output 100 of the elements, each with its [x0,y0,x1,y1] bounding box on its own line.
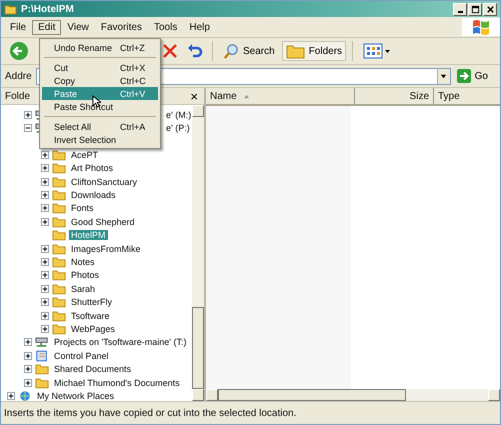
undo-icon[interactable] [187,43,203,59]
expand-icon[interactable] [41,324,49,333]
minimize-button[interactable] [453,2,467,16]
expand-icon[interactable] [41,164,49,172]
network-globe-icon [18,390,32,401]
tree-item[interactable]: Art Photos [69,163,116,174]
close-button[interactable] [483,2,497,16]
expand-icon[interactable] [41,284,49,293]
tree-item[interactable]: My Network Places [35,390,116,401]
delete-icon[interactable] [162,43,178,59]
expand-icon[interactable] [7,392,15,400]
menu-item[interactable]: View [61,20,95,34]
column-header[interactable]: Size [355,88,434,104]
control-panel-icon [35,350,49,362]
menu-option[interactable]: Cut Ctrl+X [42,61,158,74]
search-button[interactable]: Search [219,40,279,62]
expand-icon[interactable] [41,312,49,320]
tree-item[interactable]: WebPages [69,324,117,334]
folder-icon [52,202,66,214]
expand-icon[interactable] [24,365,32,374]
tree-item[interactable]: Projects on 'Tsoftware-maine' (T:) [52,337,188,348]
folders-button[interactable]: Folders [282,41,346,61]
tree-item[interactable]: Control Panel [52,350,111,361]
menu-option[interactable]: Undo Rename Ctrl+Z [42,41,158,54]
tree-item[interactable]: e' (M:) [164,110,192,120]
tree-item[interactable]: Downloads [69,190,118,200]
folder-icon [52,189,66,202]
expand-icon[interactable] [41,191,49,200]
expand-icon[interactable] [41,298,49,306]
maximize-icon [470,4,480,14]
minimize-icon [458,10,462,12]
tree-item[interactable]: Fonts [69,203,96,214]
dropdown-arrow-icon[interactable] [440,72,448,80]
expand-icon[interactable] [41,178,49,186]
menu-option[interactable]: Invert Selection [42,133,158,146]
menu-option[interactable]: Paste Shortcut [42,100,158,113]
collapse-icon[interactable] [24,124,32,132]
menu-option[interactable]: Select All Ctrl+A [42,120,158,133]
expand-icon[interactable] [41,204,49,212]
expand-icon[interactable] [41,150,49,159]
window-title: P:\HotelPM [21,4,75,14]
expand-icon[interactable] [24,110,32,119]
expand-icon[interactable] [24,352,32,360]
folder-icon [35,376,49,388]
tree-item[interactable]: Tsoftware [69,310,112,321]
tree-item[interactable]: Good Shepherd [69,216,137,227]
tree-item[interactable]: ShutterFly [69,297,114,308]
folder-icon [52,256,66,268]
folder-icon [52,296,66,308]
expand-icon[interactable] [24,338,32,346]
folder-icon [52,322,66,335]
tree-item[interactable]: ImagesFromMike [69,244,143,254]
expand-icon[interactable] [41,218,49,226]
column-header[interactable]: Name [206,88,355,104]
folder-icon [52,242,66,255]
folder-icon [52,162,66,174]
menu-item[interactable]: Tools [148,20,184,34]
go-button[interactable]: Go [454,69,496,83]
tree-item[interactable]: AcePT [69,150,100,160]
folder-icon [52,216,66,228]
close-pane-button[interactable]: × [188,90,200,102]
vertical-scrollbar[interactable] [192,105,204,401]
tree-item[interactable]: e' (P:) [164,123,192,134]
tree-item[interactable]: Sarah [69,284,98,294]
column-header[interactable]: Type [434,88,500,104]
menu-option[interactable]: Paste Ctrl+V [42,87,158,100]
folder-icon [4,4,17,14]
horizontal-scrollbar[interactable] [206,389,500,401]
network-drive-icon [35,336,49,348]
tree-item[interactable]: Notes [69,256,97,267]
menu-item[interactable]: Favorites [94,20,148,34]
menu-option[interactable]: Copy Ctrl+C [42,74,158,87]
tree-item[interactable]: Michael Thumond's Documents [52,378,182,388]
tree-item[interactable]: HotelPM [69,230,108,240]
search-icon [223,42,240,60]
folder-icon [52,310,66,322]
expand-icon[interactable] [41,271,49,280]
maximize-button[interactable] [468,2,482,16]
menu-item[interactable]: Help [183,20,216,34]
menu-item[interactable]: Edit [32,20,62,34]
close-icon [486,4,494,14]
expand-icon[interactable] [24,378,32,386]
menu-item[interactable]: File [4,20,32,34]
folder-icon [52,176,66,188]
tree-item[interactable]: CliftonSanctuary [69,176,140,187]
folder-icon [52,269,66,282]
address-label: Addre [5,70,32,82]
tree-item[interactable]: Shared Documents [52,364,134,374]
folders-pane-title: Folde [5,90,30,102]
folder-icon [286,43,306,59]
folder-icon [52,282,66,295]
folder-icon [35,363,49,376]
expand-icon[interactable] [41,244,49,253]
windows-flag-icon [462,18,500,36]
go-arrow-icon [456,69,471,83]
expand-icon[interactable] [41,258,49,266]
tree-item[interactable]: Photos [69,270,102,280]
views-grid-icon [363,43,392,59]
folder-icon [52,229,66,242]
status-text: Inserts the items you have copied or cut into the selected location. [4,408,296,418]
